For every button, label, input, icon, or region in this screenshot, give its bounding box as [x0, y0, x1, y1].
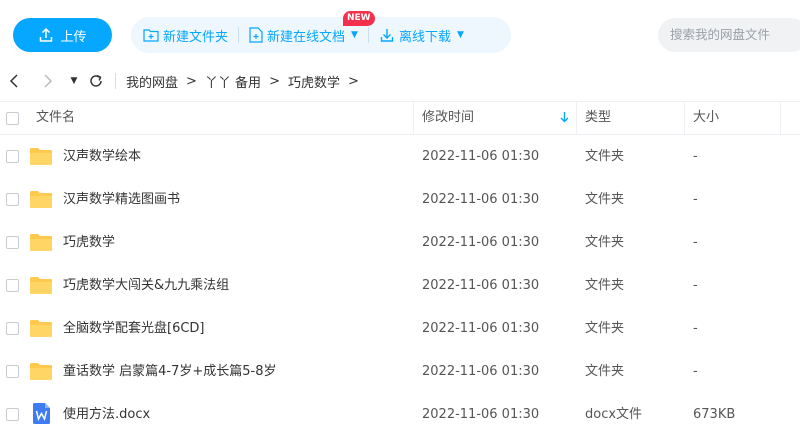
modified-time: 2022-11-06 01:30	[422, 321, 540, 336]
upload-label: 上传	[60, 29, 87, 45]
breadcrumb-separator: >	[347, 73, 359, 89]
new-folder-button[interactable]: 新建文件夹	[143, 26, 228, 45]
word-doc-icon	[33, 403, 50, 424]
breadcrumb-current[interactable]: 巧虎数学	[288, 72, 340, 91]
toolbar-divider	[238, 27, 240, 43]
breadcrumb-separator: >	[186, 73, 197, 89]
breadcrumb-root[interactable]: 我的网盘	[126, 72, 178, 91]
modified-time: 2022-11-06 01:30	[422, 149, 540, 164]
row-checkbox[interactable]	[6, 150, 19, 163]
modified-time: 2022-11-06 01:30	[422, 407, 540, 422]
file-name[interactable]: 使用方法.docx	[63, 393, 150, 429]
new-online-doc-button[interactable]: 新建在线文档 ▼	[249, 26, 358, 45]
file-type: 文件夹	[585, 192, 625, 207]
folder-icon	[30, 277, 52, 294]
column-header-type[interactable]: 类型	[585, 102, 611, 134]
select-all-checkbox[interactable]	[6, 112, 19, 125]
new-folder-icon	[143, 29, 159, 42]
file-type: 文件夹	[585, 278, 625, 293]
upload-button[interactable]: 上传	[13, 18, 112, 52]
offline-download-button[interactable]: 离线下载 ▼	[379, 26, 464, 45]
breadcrumb-separator: >	[269, 73, 280, 89]
path-bar: ▼ 我的网盘 > 丫丫 备用 > 巧虎数学 >	[0, 66, 800, 96]
search-input[interactable]: 搜索我的网盘文件	[658, 18, 800, 52]
file-size: -	[693, 235, 698, 250]
back-arrow-icon[interactable]	[3, 70, 25, 92]
file-size: -	[693, 321, 698, 336]
file-type: docx文件	[585, 407, 643, 422]
file-size: -	[693, 278, 698, 293]
row-checkbox[interactable]	[6, 193, 19, 206]
forward-arrow-icon[interactable]	[37, 70, 59, 92]
file-size: -	[693, 364, 698, 379]
file-type: 文件夹	[585, 364, 625, 379]
table-row[interactable]: 全脑数学配套光盘[6CD] 2022-11-06 01:30 文件夹 -	[0, 307, 800, 350]
path-divider	[115, 73, 116, 89]
chevron-down-icon: ▼	[351, 30, 358, 40]
file-size: -	[693, 192, 698, 207]
table-row[interactable]: 巧虎数学 2022-11-06 01:30 文件夹 -	[0, 221, 800, 264]
file-size: -	[693, 149, 698, 164]
file-name[interactable]: 童话数学 启蒙篇4-7岁+成长篇5-8岁	[63, 350, 277, 393]
file-size: 673KB	[693, 407, 736, 422]
modified-time: 2022-11-06 01:30	[422, 192, 540, 207]
file-name[interactable]: 全脑数学配套光盘[6CD]	[63, 307, 205, 350]
row-checkbox[interactable]	[6, 279, 19, 292]
new-badge: NEW	[343, 11, 375, 26]
folder-icon	[30, 191, 52, 208]
table-header: 文件名 修改时间 类型 大小	[0, 101, 800, 135]
table-row[interactable]: 童话数学 启蒙篇4-7岁+成长篇5-8岁 2022-11-06 01:30 文件…	[0, 350, 800, 393]
toolbar-divider	[367, 27, 369, 43]
column-divider	[780, 102, 781, 134]
table-row[interactable]: 汉声数学绘本 2022-11-06 01:30 文件夹 -	[0, 135, 800, 178]
column-header-size[interactable]: 大小	[693, 102, 719, 134]
breadcrumb-item[interactable]: 丫丫 备用	[205, 72, 261, 91]
file-type: 文件夹	[585, 321, 625, 336]
new-online-doc-label: 新建在线文档	[267, 29, 346, 45]
modified-time: 2022-11-06 01:30	[422, 235, 540, 250]
folder-icon	[30, 148, 52, 165]
history-dropdown-icon[interactable]: ▼	[63, 70, 85, 92]
column-divider	[413, 102, 414, 134]
folder-icon	[30, 320, 52, 337]
upload-icon	[40, 27, 53, 42]
row-checkbox[interactable]	[6, 408, 19, 421]
folder-icon	[30, 234, 52, 251]
download-icon	[380, 29, 394, 42]
file-name[interactable]: 汉声数学绘本	[63, 135, 141, 178]
row-checkbox[interactable]	[6, 236, 19, 249]
new-folder-label: 新建文件夹	[163, 29, 229, 45]
row-checkbox[interactable]	[6, 365, 19, 378]
new-doc-icon	[249, 27, 263, 43]
modified-time: 2022-11-06 01:30	[422, 364, 540, 379]
row-checkbox[interactable]	[6, 322, 19, 335]
modified-time: 2022-11-06 01:30	[422, 278, 540, 293]
table-row[interactable]: 汉声数学精选图画书 2022-11-06 01:30 文件夹 -	[0, 178, 800, 221]
column-divider	[684, 102, 685, 134]
file-name[interactable]: 巧虎数学	[63, 221, 115, 264]
offline-download-label: 离线下载	[398, 29, 451, 45]
file-type: 文件夹	[585, 149, 625, 164]
file-type: 文件夹	[585, 235, 625, 250]
action-group: 新建文件夹 新建在线文档 ▼ 离线下载 ▼	[131, 17, 511, 53]
refresh-icon[interactable]	[85, 70, 107, 92]
folder-icon	[30, 363, 52, 380]
chevron-down-icon: ▼	[456, 30, 464, 40]
column-header-name[interactable]: 文件名	[36, 102, 75, 134]
sort-desc-icon[interactable]	[560, 111, 569, 126]
file-name[interactable]: 汉声数学精选图画书	[63, 178, 180, 221]
toolbar: 上传 新建文件夹 新建在线文档 ▼ 离线下载 ▼ NEW 搜索我的网盘文件	[0, 0, 800, 62]
file-name[interactable]: 巧虎数学大闯关&九九乘法组	[63, 264, 229, 307]
table-row[interactable]: 巧虎数学大闯关&九九乘法组 2022-11-06 01:30 文件夹 -	[0, 264, 800, 307]
table-row[interactable]: 使用方法.docx 2022-11-06 01:30 docx文件 673KB	[0, 393, 800, 429]
column-divider	[576, 102, 577, 134]
column-header-modified[interactable]: 修改时间	[422, 102, 474, 134]
